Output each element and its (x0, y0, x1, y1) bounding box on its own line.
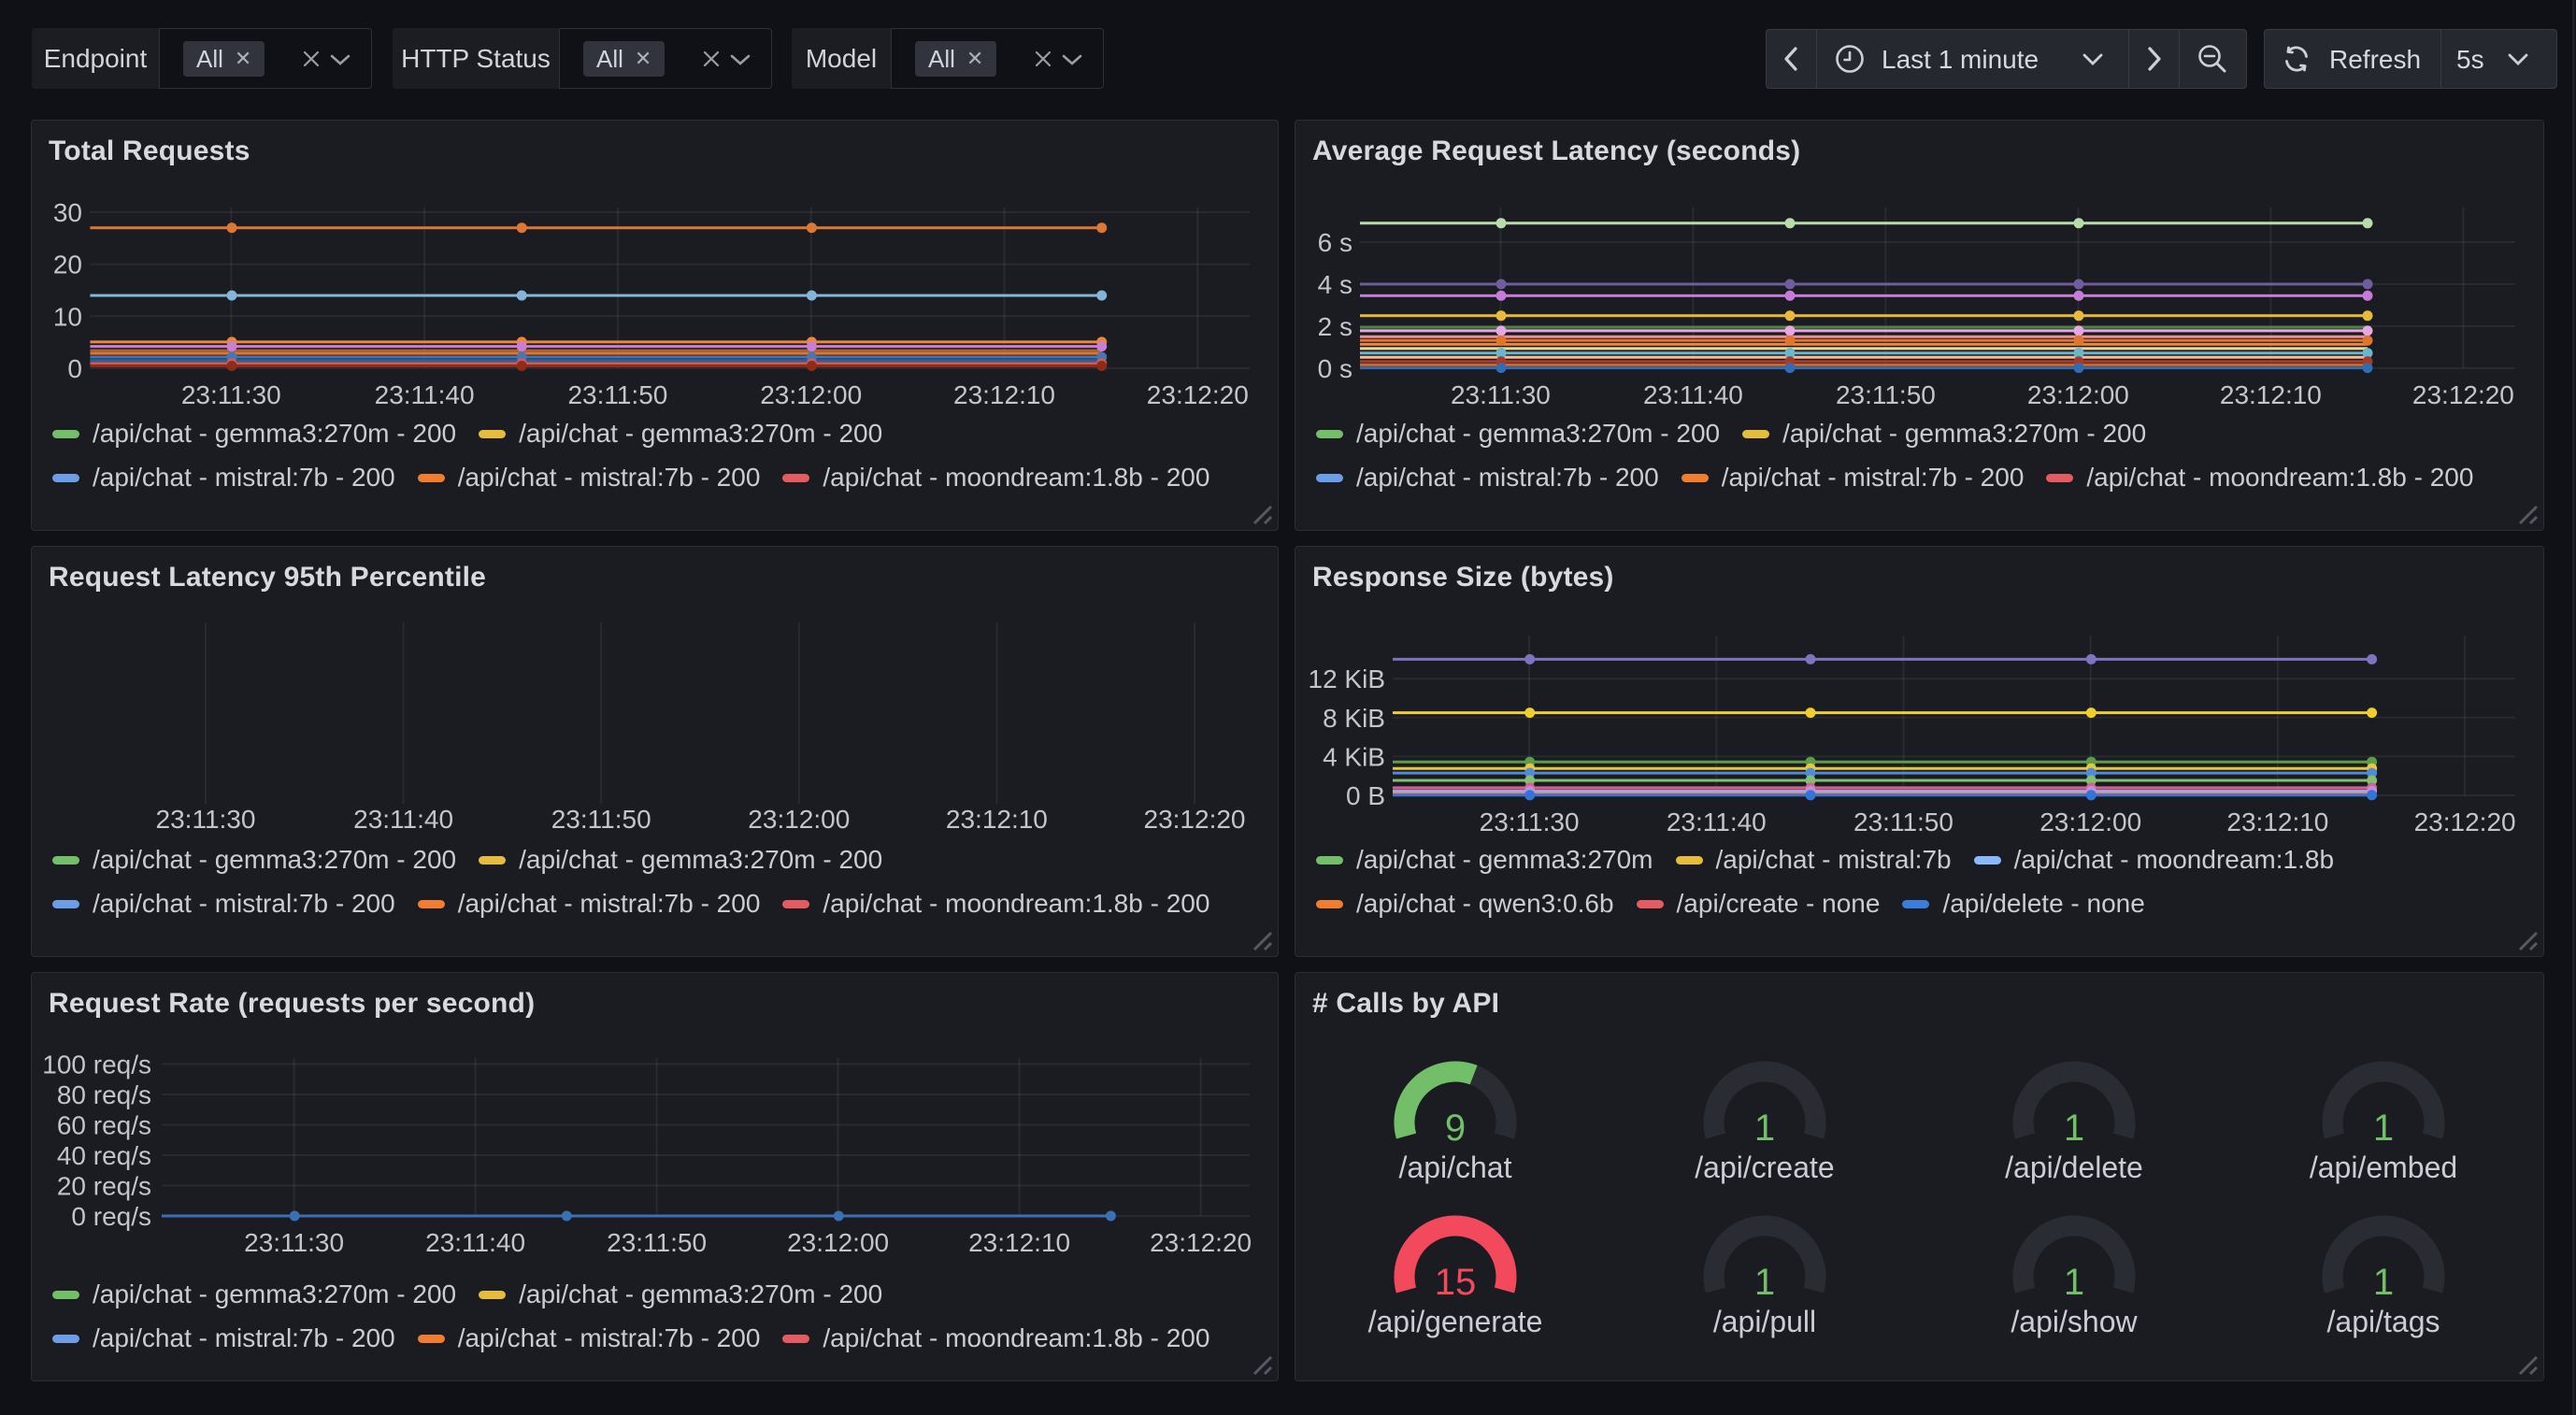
svg-text:10: 10 (53, 302, 82, 331)
svg-text:23:12:00: 23:12:00 (787, 1228, 889, 1257)
svg-text:23:11:40: 23:11:40 (1667, 808, 1767, 836)
svg-text:23:12:10: 23:12:10 (953, 380, 1055, 409)
svg-text:4 s: 4 s (1318, 270, 1352, 299)
svg-text:0 B: 0 B (1346, 781, 1385, 810)
svg-text:23:12:00: 23:12:00 (748, 805, 850, 834)
svg-text:23:12:20: 23:12:20 (1150, 1228, 1252, 1257)
svg-text:23:12:10: 23:12:10 (2220, 380, 2322, 409)
svg-text:23:12:20: 23:12:20 (1144, 805, 1246, 834)
svg-text:23:11:40: 23:11:40 (353, 805, 453, 834)
svg-text:23:11:30: 23:11:30 (181, 380, 281, 409)
svg-text:23:11:40: 23:11:40 (425, 1228, 525, 1257)
svg-text:23:11:50: 23:11:50 (567, 380, 667, 409)
svg-text:23:11:50: 23:11:50 (1836, 380, 1936, 409)
svg-text:40 req/s: 40 req/s (57, 1141, 151, 1170)
svg-text:23:12:10: 23:12:10 (2226, 808, 2328, 836)
svg-text:8 KiB: 8 KiB (1323, 704, 1385, 733)
svg-text:0 req/s: 0 req/s (71, 1202, 151, 1231)
svg-text:0: 0 (67, 354, 82, 383)
svg-text:23:12:00: 23:12:00 (2027, 380, 2129, 409)
svg-text:23:11:30: 23:11:30 (1451, 380, 1551, 409)
svg-text:23:12:10: 23:12:10 (968, 1228, 1070, 1257)
svg-text:4 KiB: 4 KiB (1323, 742, 1385, 771)
svg-text:30: 30 (53, 198, 82, 227)
svg-text:2 s: 2 s (1318, 312, 1352, 341)
svg-text:23:12:20: 23:12:20 (1147, 380, 1249, 409)
svg-text:23:12:10: 23:12:10 (946, 805, 1048, 834)
svg-text:23:11:30: 23:11:30 (244, 1228, 344, 1257)
svg-text:23:11:30: 23:11:30 (156, 805, 256, 834)
svg-text:20 req/s: 20 req/s (57, 1172, 151, 1201)
svg-text:100 req/s: 100 req/s (42, 1051, 151, 1079)
svg-text:80 req/s: 80 req/s (57, 1080, 151, 1109)
svg-text:23:11:40: 23:11:40 (375, 380, 475, 409)
svg-text:23:12:00: 23:12:00 (2039, 808, 2141, 836)
svg-text:60 req/s: 60 req/s (57, 1111, 151, 1140)
svg-text:23:12:20: 23:12:20 (2414, 808, 2516, 836)
svg-text:12 KiB: 12 KiB (1309, 665, 1386, 693)
svg-text:23:11:30: 23:11:30 (1480, 808, 1580, 836)
svg-text:6 s: 6 s (1318, 228, 1352, 257)
svg-text:23:11:50: 23:11:50 (1853, 808, 1953, 836)
svg-text:23:12:00: 23:12:00 (760, 380, 862, 409)
svg-text:0 s: 0 s (1318, 354, 1352, 383)
svg-text:23:12:20: 23:12:20 (2412, 380, 2514, 409)
svg-text:23:11:40: 23:11:40 (1643, 380, 1743, 409)
svg-text:23:11:50: 23:11:50 (607, 1228, 707, 1257)
svg-text:20: 20 (53, 250, 82, 279)
svg-text:23:11:50: 23:11:50 (551, 805, 651, 834)
